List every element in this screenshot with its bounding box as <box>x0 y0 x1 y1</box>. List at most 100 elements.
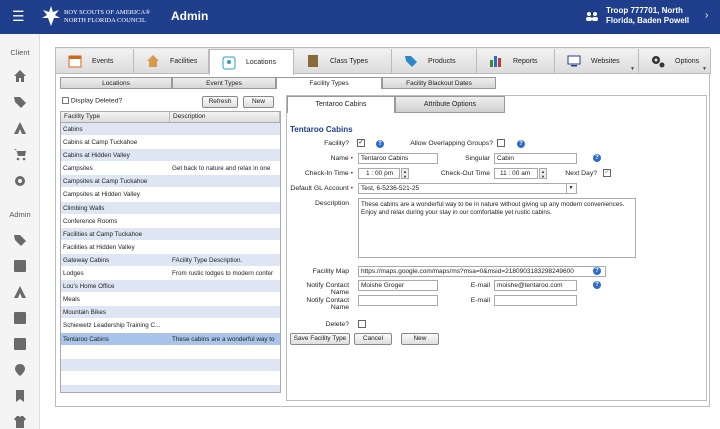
overlap-label: Allow Overlapping Groups? <box>410 140 493 147</box>
email2-input[interactable] <box>494 295 577 306</box>
location-pin-icon[interactable] <box>13 363 27 377</box>
table-row[interactable]: Schiewetz Leadership Training C... <box>61 319 280 333</box>
subtab-event-types[interactable]: Event Types <box>172 77 276 89</box>
chevron-right-icon[interactable]: › <box>705 10 708 21</box>
facility-type-list-panel: Display Deleted? Refresh New Facility Ty… <box>60 93 281 403</box>
help-icon[interactable]: ? <box>593 154 601 162</box>
tab-products[interactable]: Products <box>392 49 477 73</box>
gl-account-select[interactable]: Test, 6-5236-521-25 ▼ <box>358 183 577 194</box>
contact1-input[interactable]: Moishe Groger <box>358 280 438 291</box>
new-detail-button[interactable]: New <box>401 333 439 345</box>
refresh-button[interactable]: Refresh <box>202 96 238 108</box>
checkout-label: Check-Out Time <box>440 170 490 177</box>
table-row[interactable]: Lou's Home Office <box>61 280 280 294</box>
display-deleted-checkbox[interactable] <box>62 97 69 104</box>
table-row[interactable]: Tentaroo Cabins These cabins are a wonder… <box>61 332 280 346</box>
tab-attribute-options[interactable]: Attribute Options <box>395 96 505 113</box>
bookmark-icon[interactable] <box>13 389 27 403</box>
help-icon[interactable]: ? <box>593 281 601 289</box>
table-row[interactable]: Campsites Get back to nature and relax in… <box>61 162 280 176</box>
table-row[interactable]: Conference Rooms <box>61 215 280 228</box>
checkout-time-input[interactable]: 11 : 00 am <box>494 168 538 179</box>
subtab-facility-types[interactable]: Facility Types <box>276 77 382 89</box>
contact2-input[interactable] <box>358 295 438 306</box>
cell-facility-type: Mountain Bikes <box>63 309 107 317</box>
tab-class-types[interactable]: Class Types <box>294 49 392 73</box>
table-row[interactable]: Cabins at Camp Tuckahoe <box>61 136 280 150</box>
cell-description <box>170 175 280 187</box>
delete-checkbox[interactable] <box>358 320 366 328</box>
menu-icon[interactable]: ☰ <box>12 9 25 23</box>
tent-admin-icon[interactable] <box>13 285 27 299</box>
table-row[interactable]: Cabins <box>61 123 280 137</box>
cell-description <box>170 136 280 148</box>
tent-icon[interactable] <box>13 121 27 135</box>
checkout-spinner[interactable]: ▲ ▼ <box>539 168 547 179</box>
description-textarea[interactable]: These cabins are a wonderful way to be i… <box>358 198 636 258</box>
table-row[interactable] <box>61 384 280 392</box>
table-row[interactable]: Meals <box>61 293 280 307</box>
cancel-button[interactable]: Cancel <box>354 333 392 345</box>
facility-checkbox[interactable]: ✓ <box>357 139 365 147</box>
name-label: Name • <box>330 155 353 162</box>
main-panel: Events Facilities Locations Class Types … <box>55 47 711 407</box>
table-row[interactable]: Campsites at Hidden Valley <box>61 188 280 202</box>
cart-icon[interactable] <box>13 147 27 161</box>
name-input[interactable]: Tentaroo Cabins <box>358 153 438 164</box>
cell-facility-type: Cabins <box>63 126 83 133</box>
table-row[interactable] <box>61 372 280 385</box>
form-title: Tentaroo Cabins <box>290 125 353 134</box>
subtab-facility-blackout-dates[interactable]: Facility Blackout Dates <box>382 77 496 89</box>
table-row[interactable] <box>61 358 280 372</box>
cell-facility-type: Schiewetz Leadership Training C... <box>63 322 161 330</box>
nextday-label: Next Day? <box>565 170 597 177</box>
table-row[interactable] <box>61 346 280 359</box>
help-icon[interactable]: ? <box>593 267 601 275</box>
tab-reports[interactable]: Reports <box>477 49 555 73</box>
tags-admin-icon[interactable] <box>13 233 27 247</box>
tab-events[interactable]: Events <box>56 49 134 73</box>
checkin-spinner[interactable]: ▲ ▼ <box>401 168 409 179</box>
cell-description <box>170 293 280 305</box>
singular-input[interactable]: Cabin <box>494 153 577 164</box>
overlap-checkbox[interactable] <box>497 139 505 147</box>
troop-selector[interactable]: Troop 777701, North Florida, Baden Powel… <box>606 6 689 26</box>
col-description[interactable]: Description <box>170 112 280 122</box>
email1-input[interactable]: moishe@tentaroo.com <box>494 280 577 291</box>
table-row[interactable]: Mountain Bikes <box>61 306 280 320</box>
table-row[interactable]: Facilities at Camp Tuckahoe <box>61 227 280 241</box>
table-row[interactable]: Cabins at Hidden Valley <box>61 149 280 163</box>
tab-options[interactable]: Options ▼ <box>639 49 711 73</box>
table-row[interactable]: Climbing Walls <box>61 201 280 215</box>
help-icon[interactable]: ? <box>376 140 384 148</box>
cell-facility-type: Cabins at Hidden Valley <box>63 152 130 160</box>
table-row[interactable]: Facilities at Hidden Valley <box>61 241 280 254</box>
table-row[interactable]: Lodges From rustic lodges to modern confe… <box>61 267 280 281</box>
cell-facility-type: Climbing Walls <box>63 204 105 212</box>
tab-detail-main[interactable]: Tentaroo Cabins <box>287 96 395 113</box>
table-row[interactable]: Gateway Cabins FAcility Type Description. <box>61 253 280 268</box>
checkin-time-input[interactable]: 1 : 00 pm <box>358 168 400 179</box>
save-facility-type-button[interactable]: Save Facility Type <box>290 333 350 345</box>
new-list-button[interactable]: New <box>243 96 274 108</box>
tags-icon[interactable] <box>13 95 27 109</box>
book-icon <box>308 55 318 67</box>
email2-label: E-mail <box>470 297 490 304</box>
gear-icon[interactable] <box>13 174 27 188</box>
cell-facility-type: Conference Rooms <box>63 217 118 225</box>
col-facility-type[interactable]: Facility Type <box>61 112 170 122</box>
help-icon[interactable]: ? <box>517 140 525 148</box>
facility-map-input[interactable]: https://maps.google.com/maps/ms?msa=0&ms… <box>358 266 606 277</box>
cancel-box-icon[interactable] <box>13 337 27 351</box>
tab-facilities[interactable]: Facilities <box>134 49 209 73</box>
table-row[interactable]: Campsites at Camp Tuckahoe <box>61 175 280 189</box>
nextday-checkbox[interactable]: ✓ <box>603 169 611 177</box>
edit-icon[interactable] <box>13 259 27 273</box>
gl-account-value: Test, 6-5236-521-25 <box>361 185 420 192</box>
home-icon[interactable] <box>13 69 27 83</box>
tab-websites[interactable]: Websites ▼ <box>555 49 639 73</box>
shirt-icon[interactable] <box>13 415 27 429</box>
tab-locations[interactable]: Locations <box>209 49 294 75</box>
mountain-icon[interactable] <box>13 311 27 325</box>
subtab-locations[interactable]: Locations <box>60 77 172 89</box>
